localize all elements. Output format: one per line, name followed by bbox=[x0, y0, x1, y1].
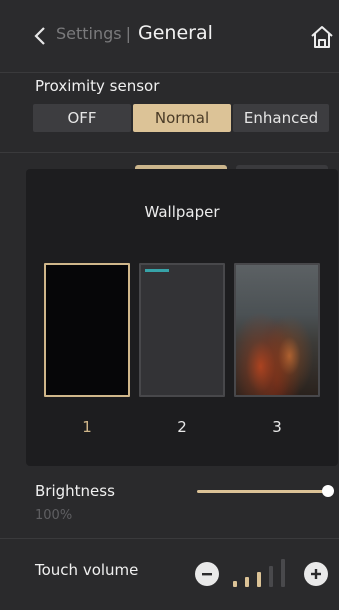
brightness-slider-handle[interactable] bbox=[322, 485, 334, 497]
breadcrumb[interactable]: Settings | bbox=[56, 24, 135, 43]
home-icon[interactable] bbox=[309, 24, 335, 50]
proximity-segmented-control: OFF Normal Enhanced bbox=[33, 104, 329, 132]
volume-increase-button[interactable] bbox=[304, 562, 328, 586]
chevron-left-icon[interactable] bbox=[33, 26, 47, 46]
proximity-option-off[interactable]: OFF bbox=[33, 104, 131, 132]
touch-volume-label: Touch volume bbox=[35, 561, 139, 579]
brightness-label: Brightness bbox=[35, 482, 115, 500]
brightness-row: Brightness 100% bbox=[0, 466, 339, 538]
volume-bar bbox=[233, 581, 237, 587]
wallpaper-number-3[interactable]: 3 bbox=[234, 418, 320, 436]
breadcrumb-settings[interactable]: Settings bbox=[56, 24, 122, 43]
proximity-option-enhanced[interactable]: Enhanced bbox=[233, 104, 329, 132]
dialog-title: Wallpaper bbox=[144, 203, 220, 221]
volume-bar bbox=[281, 559, 285, 587]
volume-decrease-button[interactable] bbox=[195, 562, 219, 586]
brightness-value: 100% bbox=[35, 508, 73, 523]
wallpaper-number-2[interactable]: 2 bbox=[139, 418, 225, 436]
wallpaper-dialog: Wallpaper 1 2 3 bbox=[26, 169, 338, 466]
header-bar: Settings | General bbox=[0, 0, 339, 72]
proximity-sensor-row: Proximity sensor OFF Normal Enhanced bbox=[0, 72, 339, 152]
page-title: General bbox=[138, 22, 213, 44]
wallpaper-thumbnail-3[interactable] bbox=[234, 263, 320, 397]
minus-icon bbox=[202, 573, 212, 576]
volume-bar bbox=[269, 566, 273, 587]
breadcrumb-separator: | bbox=[125, 24, 132, 43]
wallpaper-number-1[interactable]: 1 bbox=[44, 418, 130, 436]
volume-bar bbox=[257, 572, 261, 587]
proximity-sensor-label: Proximity sensor bbox=[35, 77, 160, 95]
volume-level-indicator bbox=[231, 559, 295, 587]
thumbnail-status-bar bbox=[145, 269, 169, 272]
volume-bar bbox=[245, 577, 249, 587]
proximity-option-normal[interactable]: Normal bbox=[133, 104, 231, 132]
wallpaper-thumbnail-2[interactable] bbox=[139, 263, 225, 397]
touch-volume-row: Touch volume bbox=[0, 538, 339, 610]
plus-icon bbox=[311, 569, 321, 579]
brightness-slider-track[interactable] bbox=[197, 490, 328, 493]
wallpaper-thumbnail-1[interactable] bbox=[44, 263, 130, 397]
